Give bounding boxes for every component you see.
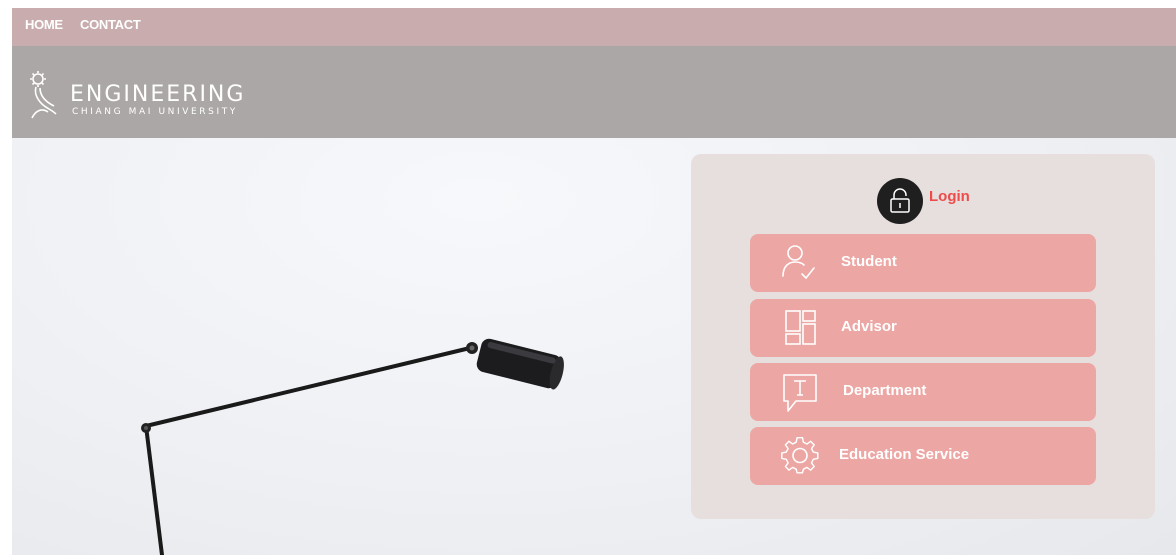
advisor-label: Advisor [841, 318, 897, 335]
engineering-logo[interactable]: ENGINEERING CHIANG MAI UNIVERSITY [28, 70, 298, 122]
nav-home-link[interactable]: HOME [25, 17, 63, 32]
desk-lamp-image [141, 338, 564, 555]
nav-contact-link[interactable]: CONTACT [80, 17, 141, 32]
lock-icon [877, 178, 923, 224]
logo-title: ENGINEERING [70, 82, 246, 107]
education-service-login-button[interactable]: Education Service [750, 427, 1096, 485]
student-login-button[interactable]: Student [750, 234, 1096, 292]
gear-icon [781, 436, 819, 474]
login-title: Login [929, 188, 970, 205]
user-check-icon [782, 245, 815, 280]
education-service-label: Education Service [839, 446, 970, 463]
cmu-elephant-logo-icon [30, 71, 57, 119]
login-panel: Login Student Advisor Department Educati… [691, 154, 1155, 519]
page: HOME CONTACT ENGINEERING CHIANG MAI UNIV… [12, 8, 1176, 555]
layout-grid-icon [785, 310, 816, 345]
student-label: Student [841, 253, 897, 270]
site-header: ENGINEERING CHIANG MAI UNIVERSITY [12, 46, 1176, 138]
advisor-login-button[interactable]: Advisor [750, 299, 1096, 357]
message-text-icon [783, 374, 817, 412]
top-nav: HOME CONTACT [12, 8, 1176, 46]
department-login-button[interactable]: Department [750, 363, 1096, 421]
logo-subtitle: CHIANG MAI UNIVERSITY [72, 107, 238, 117]
department-label: Department [843, 382, 927, 399]
